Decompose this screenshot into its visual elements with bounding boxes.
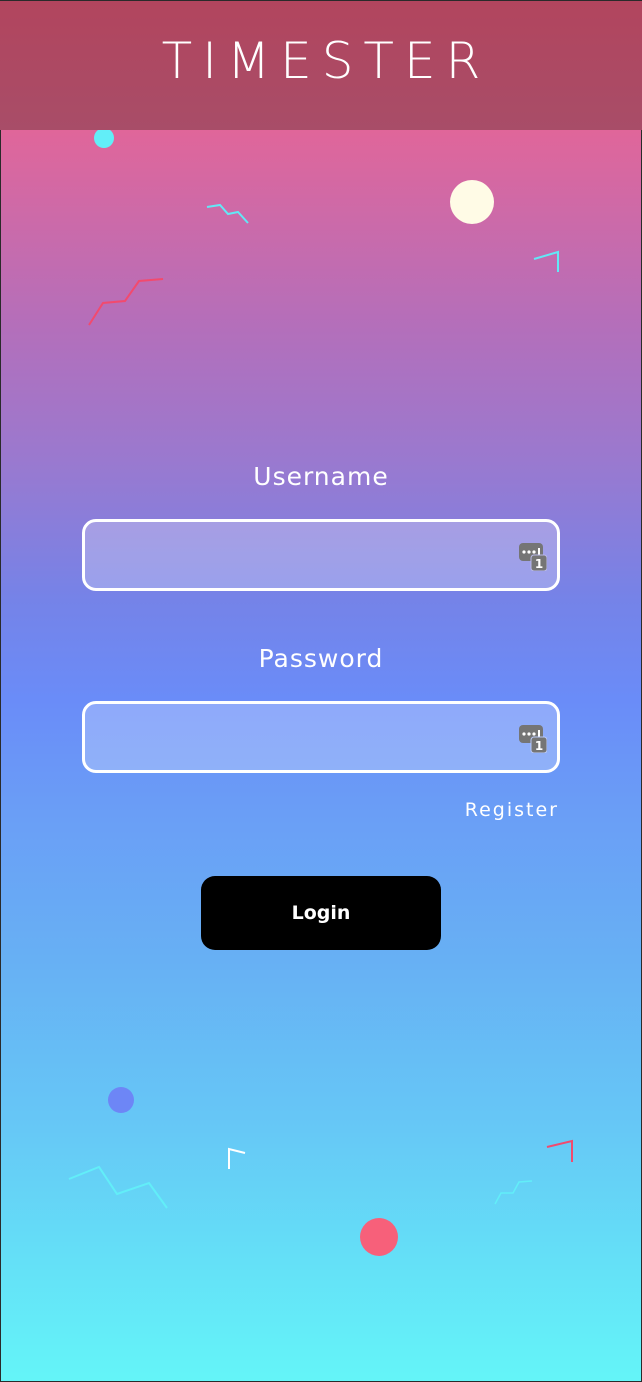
svg-text:1: 1 bbox=[535, 557, 543, 571]
password-field-box: 1 bbox=[82, 701, 560, 773]
decor-corner-white bbox=[228, 1147, 246, 1169]
decor-dot-pink bbox=[360, 1218, 398, 1256]
login-screen: TIMESTER Username 1 Password 1 Register … bbox=[0, 0, 642, 1382]
decor-dot-cream bbox=[450, 180, 494, 224]
decor-dot-cyan bbox=[94, 128, 114, 148]
decor-zigzag-cyan-small bbox=[494, 1180, 533, 1205]
svg-text:1: 1 bbox=[535, 739, 543, 753]
password-autofill-icon[interactable]: 1 bbox=[519, 723, 547, 753]
decor-zigzag-cyan-bottom bbox=[68, 1165, 168, 1209]
password-label: Password bbox=[258, 644, 384, 673]
register-link[interactable]: Register bbox=[465, 799, 559, 821]
decor-zigzag-cyan bbox=[206, 203, 249, 224]
background-decorations bbox=[68, 128, 573, 1256]
decor-dot-blue bbox=[108, 1087, 134, 1113]
decor-corner-pink bbox=[546, 1139, 573, 1162]
username-field-box: 1 bbox=[82, 519, 560, 591]
login-button[interactable]: Login bbox=[201, 876, 441, 950]
decor-zigzag-pink bbox=[88, 278, 164, 326]
app-header: TIMESTER bbox=[0, 0, 642, 130]
password-input[interactable] bbox=[85, 704, 557, 770]
decor-corner-cyan bbox=[533, 250, 559, 272]
username-input[interactable] bbox=[85, 522, 557, 588]
password-autofill-icon[interactable]: 1 bbox=[519, 541, 547, 571]
app-title: TIMESTER bbox=[161, 31, 491, 90]
username-label: Username bbox=[253, 462, 389, 491]
